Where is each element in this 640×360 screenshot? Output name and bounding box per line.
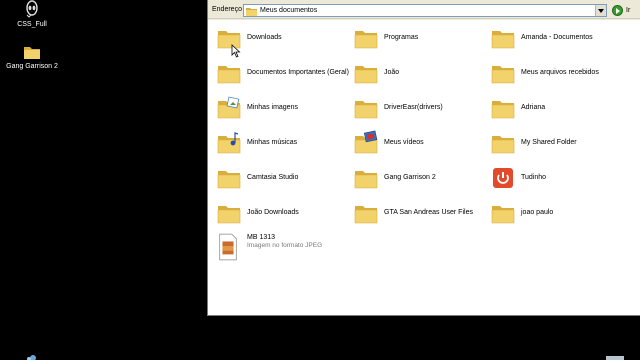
folder-icon xyxy=(490,95,516,121)
folder-item[interactable]: João xyxy=(351,58,488,88)
folder-icon xyxy=(353,165,379,191)
item-name: Minhas imagens xyxy=(247,104,298,111)
folder-item[interactable]: My Shared Folder xyxy=(488,128,625,158)
power-app-icon xyxy=(490,165,516,191)
address-input[interactable]: Meus documentos xyxy=(243,4,607,17)
item-name: Meus vídeos xyxy=(384,139,424,146)
item-name: Programas xyxy=(384,34,419,41)
go-button[interactable]: Ir xyxy=(612,4,640,17)
jpeg-file-icon xyxy=(216,233,242,261)
desktop-icon-css-full[interactable]: CSS_Full xyxy=(2,0,62,28)
folder-item[interactable]: DriverEasr(drivers) xyxy=(351,93,488,123)
taskbar-icon[interactable] xyxy=(22,354,44,360)
item-name: MB 1313 xyxy=(247,234,276,241)
item-name: DriverEasr(drivers) xyxy=(384,104,443,111)
item-name: Meus arquivos recebidos xyxy=(521,69,599,76)
folder-icon xyxy=(216,200,242,226)
folder-item[interactable]: Minhas imagens xyxy=(214,93,351,123)
folder-icon xyxy=(353,60,379,86)
item-name: joao paulo xyxy=(521,209,554,216)
item-name: Gang Garrison 2 xyxy=(384,174,436,181)
folder-icon xyxy=(216,165,242,191)
item-name: Documentos Importantes (Geral) xyxy=(247,69,349,76)
address-dropdown-button[interactable] xyxy=(595,5,606,16)
folder-item[interactable]: Minhas músicas xyxy=(214,128,351,158)
item-name: Minhas músicas xyxy=(247,139,298,146)
address-label: Endereço xyxy=(212,6,242,13)
address-value: Meus documentos xyxy=(260,7,318,14)
file-list: Downloads Programas Amanda - Documentos Doc… xyxy=(208,20,640,315)
item-name: GTA San Andreas User Files xyxy=(384,209,473,216)
item-name: Camtasia Studio xyxy=(247,174,299,181)
taskbar-icon[interactable] xyxy=(604,354,626,360)
folder-icon xyxy=(246,8,257,16)
folder-icon xyxy=(216,60,242,86)
alienware-shortcut-icon xyxy=(26,0,38,18)
folder-icon xyxy=(353,95,379,121)
item-name: Tudinho xyxy=(521,174,547,181)
folder-item[interactable]: Amanda - Documentos xyxy=(488,23,625,53)
item-name: João Downloads xyxy=(247,209,299,216)
folder-item[interactable]: João Downloads xyxy=(214,198,351,228)
folder-item[interactable]: Tudinho xyxy=(488,163,625,193)
folder-icon xyxy=(353,25,379,51)
folder-icon xyxy=(353,200,379,226)
desktop-icon-label: Gang Garrison 2 xyxy=(6,63,58,70)
pictures-folder-icon xyxy=(216,95,242,121)
item-name: My Shared Folder xyxy=(521,139,577,146)
folder-item[interactable]: Gang Garrison 2 xyxy=(351,163,488,193)
folder-item[interactable]: GTA San Andreas User Files xyxy=(351,198,488,228)
folder-item[interactable]: joao paulo xyxy=(488,198,625,228)
file-item[interactable]: MB 1313 Imagem no formato JPEG xyxy=(214,231,351,261)
item-type: Imagem no formato JPEG xyxy=(247,242,323,249)
folder-icon xyxy=(490,60,516,86)
folder-icon xyxy=(490,25,516,51)
desktop-icon-label: CSS_Full xyxy=(17,21,47,28)
folder-icon xyxy=(490,200,516,226)
folder-item[interactable]: Adriana xyxy=(488,93,625,123)
explorer-window: Endereço Meus documentos Ir Downloads Pro… xyxy=(207,0,640,316)
go-arrow-icon xyxy=(612,5,623,16)
item-name: Amanda - Documentos xyxy=(521,34,593,41)
folder-item[interactable]: Meus arquivos recebidos xyxy=(488,58,625,88)
music-folder-icon xyxy=(216,130,242,156)
folder-item[interactable]: Programas xyxy=(351,23,488,53)
item-name: Downloads xyxy=(247,34,282,41)
videos-folder-icon xyxy=(353,130,379,156)
chevron-down-icon xyxy=(598,8,604,13)
address-bar: Endereço Meus documentos Ir xyxy=(208,2,640,19)
folder-item[interactable]: Documentos Importantes (Geral) xyxy=(214,58,351,88)
folder-icon xyxy=(490,130,516,156)
item-name: Adriana xyxy=(521,104,546,111)
mouse-cursor-icon xyxy=(231,44,241,58)
folder-item[interactable]: Camtasia Studio xyxy=(214,163,351,193)
folder-item[interactable]: Meus vídeos xyxy=(351,128,488,158)
item-name: João xyxy=(384,69,400,76)
go-label: Ir xyxy=(626,7,631,14)
folder-icon xyxy=(24,47,40,59)
desktop-icon-gang-garrison[interactable]: Gang Garrison 2 xyxy=(2,44,62,70)
